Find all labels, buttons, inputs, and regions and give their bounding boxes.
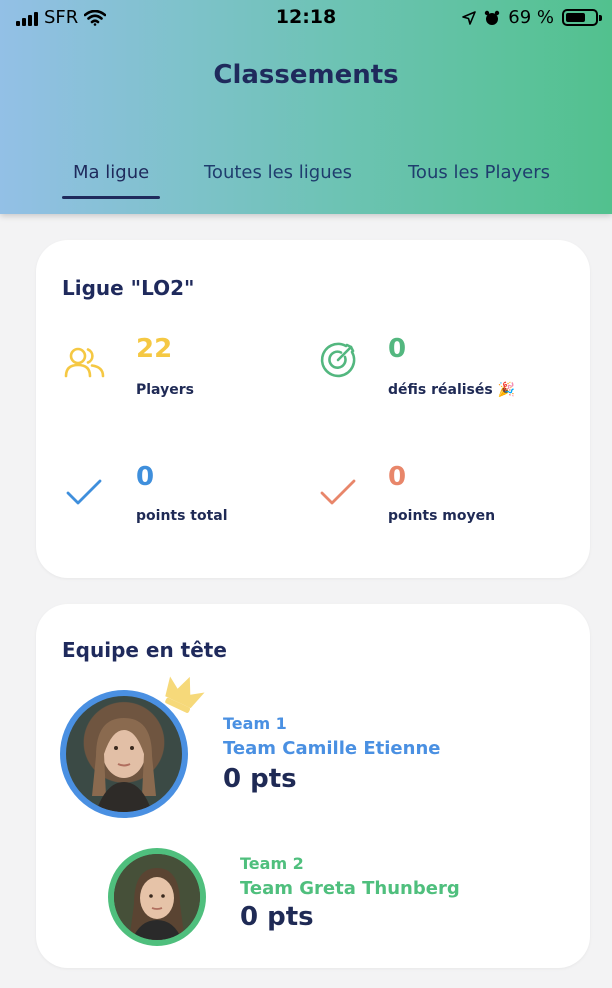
check-icon (66, 479, 102, 505)
team-points: 0 pts (223, 764, 297, 794)
team-points: 0 pts (240, 902, 314, 932)
active-tab-indicator (62, 196, 160, 199)
team-name: Team Greta Thunberg (240, 878, 460, 899)
players-label: Players (136, 382, 194, 398)
status-right: 69 % (462, 7, 602, 28)
header: SFR 12:18 69 % Classements Ma ligue Tout… (0, 0, 612, 214)
users-icon (64, 347, 105, 378)
battery-percent: 69 % (508, 7, 554, 28)
check-icon (320, 479, 356, 505)
team-label: Team 1 (223, 714, 287, 733)
points-average-label: points moyen (388, 508, 496, 524)
tab-tous-les-players[interactable]: Tous les Players (408, 162, 550, 183)
target-icon (320, 342, 356, 378)
tab-bar: Ma ligue Toutes les ligues Tous les Play… (0, 158, 612, 204)
challenges-count: 0 (388, 334, 407, 364)
page-title: Classements (213, 60, 399, 90)
tab-toutes-les-ligues[interactable]: Toutes les ligues (204, 162, 352, 183)
points-total-label: points total (136, 508, 228, 524)
points-total-value: 0 (136, 462, 155, 492)
crown-icon (165, 676, 205, 713)
points-average-value: 0 (388, 462, 407, 492)
tab-ma-ligue[interactable]: Ma ligue (73, 162, 149, 183)
players-count: 22 (136, 334, 173, 364)
league-card: Ligue "LO2" 22 Players 0 défis réalisés … (36, 240, 590, 578)
league-title: Ligue "LO2" (62, 276, 195, 300)
team-name: Team Camille Etienne (223, 738, 441, 759)
alarm-icon (485, 10, 500, 25)
challenges-label: défis réalisés 🎉 (388, 382, 516, 398)
leaders-card: Equipe en tête Team 1 Team Camille Etien… (36, 604, 590, 968)
battery-icon (562, 9, 602, 26)
avatar-portrait (114, 854, 200, 940)
team-label: Team 2 (240, 854, 304, 873)
leaders-title: Equipe en tête (62, 638, 227, 662)
location-arrow-icon (462, 10, 477, 25)
status-bar: SFR 12:18 69 % (0, 0, 612, 36)
avatar[interactable] (108, 848, 206, 946)
